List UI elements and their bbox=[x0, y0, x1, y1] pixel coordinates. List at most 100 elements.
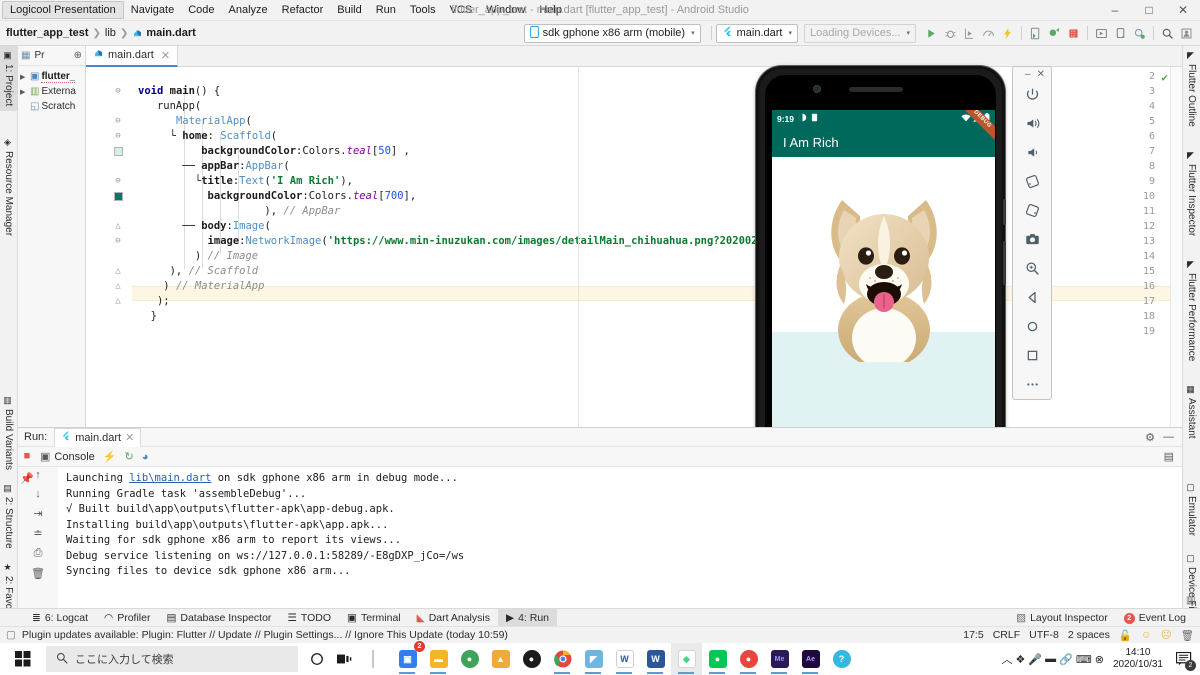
start-button[interactable] bbox=[0, 651, 46, 667]
taskbar-app-photos[interactable]: ▲ bbox=[485, 643, 516, 675]
search-icon[interactable] bbox=[1159, 24, 1176, 43]
device-manager-icon[interactable] bbox=[1027, 24, 1044, 43]
sidebar-item-build-variants[interactable]: ▥ Build Variants bbox=[0, 391, 17, 475]
taskbar-app-media-encoder[interactable]: Me bbox=[764, 643, 795, 675]
notification-center-icon[interactable]: 2 bbox=[1172, 647, 1196, 671]
menu-presentation-button[interactable]: Logicool Presentation bbox=[2, 1, 124, 19]
hot-reload-icon[interactable] bbox=[999, 24, 1016, 43]
power-button[interactable] bbox=[1003, 241, 1006, 285]
print-icon[interactable]: ⎙ bbox=[34, 547, 43, 560]
file-encoding[interactable]: UTF-8 bbox=[1029, 629, 1059, 641]
tree-node-external-libraries[interactable]: ▶ ▥ Externa bbox=[20, 84, 83, 99]
menu-item-build[interactable]: Build bbox=[330, 2, 368, 18]
taskbar-app-dark-circle[interactable]: ● bbox=[516, 643, 547, 675]
caret-position[interactable]: 17:5 bbox=[963, 629, 983, 641]
run-icon[interactable] bbox=[923, 24, 940, 43]
fold-marker[interactable]: ⊖ bbox=[112, 236, 124, 246]
tree-node-scratches[interactable]: ◱ Scratch bbox=[20, 99, 83, 114]
editor-scrollbar[interactable] bbox=[1170, 67, 1182, 427]
taskbar-app-app-store[interactable]: ▣ 2 bbox=[392, 641, 425, 675]
line-separator[interactable]: CRLF bbox=[993, 629, 1020, 641]
editor-tab-main-dart[interactable]: main.dart ✕ bbox=[86, 45, 179, 67]
settings-gear-icon[interactable]: ⚙ bbox=[1145, 431, 1155, 444]
taskbar-app-paint[interactable]: ◤ bbox=[578, 643, 609, 675]
run-coverage-icon[interactable] bbox=[961, 24, 978, 43]
fold-marker[interactable]: △ bbox=[112, 281, 124, 291]
search-input[interactable]: ここに入力して検索 bbox=[46, 646, 298, 672]
color-swatch-teal-50[interactable] bbox=[114, 147, 123, 156]
more-icon[interactable] bbox=[1012, 370, 1052, 399]
overview-icon[interactable] bbox=[1012, 341, 1052, 370]
fold-marker[interactable]: ⊖ bbox=[112, 131, 124, 141]
happy-face-icon[interactable]: ☺ bbox=[1141, 629, 1152, 641]
chevron-right-icon[interactable]: ▶ bbox=[20, 73, 28, 81]
run-config-selector[interactable]: main.dart ▾ bbox=[715, 23, 798, 43]
notification-square-icon[interactable]: ▢ bbox=[6, 629, 16, 641]
account-icon[interactable] bbox=[1178, 24, 1195, 43]
project-structure-icon[interactable] bbox=[1131, 24, 1148, 43]
rotate-left-icon[interactable] bbox=[1012, 167, 1052, 196]
rail-trash-icon[interactable]: ▥ bbox=[1186, 595, 1195, 606]
scroll-down-icon[interactable]: ↓ bbox=[35, 488, 41, 500]
sidebar-item-emulator[interactable]: ▢ Emulator bbox=[1183, 478, 1200, 541]
menu-item-code[interactable]: Code bbox=[181, 2, 221, 18]
taskbar-app-after-effects[interactable]: Ae bbox=[795, 643, 826, 675]
tool-window-dart-analysis[interactable]: ◣ Dart Analysis bbox=[409, 609, 498, 627]
maximize-button[interactable]: □ bbox=[1132, 0, 1166, 21]
hot-reload-icon[interactable]: ⚡ bbox=[103, 450, 117, 463]
stop-icon[interactable]: ■ bbox=[24, 450, 31, 462]
back-icon[interactable] bbox=[1012, 283, 1052, 312]
console-link-main-dart[interactable]: lib\main.dart bbox=[129, 472, 211, 484]
breadcrumb-folder[interactable]: lib bbox=[105, 27, 116, 39]
neutral-face-icon[interactable]: ☹ bbox=[1161, 629, 1172, 641]
menu-item-tools[interactable]: Tools bbox=[403, 2, 443, 18]
scroll-up-icon[interactable]: ↑ bbox=[35, 469, 41, 481]
close-icon[interactable]: ✕ bbox=[161, 49, 170, 62]
sdk-manager-icon[interactable] bbox=[1046, 24, 1063, 43]
breadcrumb-file[interactable]: main.dart bbox=[146, 27, 196, 39]
tool-window-database-inspector[interactable]: ▤ Database Inspector bbox=[158, 609, 279, 627]
tool-window-profiler[interactable]: ◠ Profiler bbox=[96, 609, 158, 627]
tool-window-terminal[interactable]: ▣ Terminal bbox=[339, 609, 409, 627]
menu-item-run[interactable]: Run bbox=[369, 2, 403, 18]
fold-marker[interactable]: △ bbox=[112, 296, 124, 306]
sidebar-item-project[interactable]: ▣ 1: Project bbox=[0, 46, 17, 112]
menu-item-refactor[interactable]: Refactor bbox=[275, 2, 331, 18]
emulator-close-button[interactable]: ✕ bbox=[1037, 69, 1045, 80]
profile-icon[interactable] bbox=[980, 24, 997, 43]
volume-button[interactable] bbox=[1003, 199, 1006, 225]
console-tab[interactable]: ▣ Console bbox=[40, 450, 95, 464]
pin-icon[interactable]: 📌 bbox=[20, 472, 34, 485]
trash-icon[interactable]: 🗑 bbox=[1181, 629, 1194, 642]
tool-window-layout-inspector[interactable]: ▧ Layout Inspector bbox=[1008, 609, 1116, 627]
microphone-icon[interactable]: 🎤 bbox=[1028, 653, 1042, 666]
console-output[interactable]: Launching lib\main.dart on sdk gphone x8… bbox=[58, 467, 1182, 608]
task-view-icon[interactable] bbox=[332, 645, 358, 673]
color-swatch-teal-700[interactable] bbox=[114, 192, 123, 201]
chevron-right-icon[interactable]: ▶ bbox=[20, 88, 28, 96]
tool-window-logcat[interactable]: ≣ 6: Logcat bbox=[24, 609, 96, 627]
tool-window-todo[interactable]: ☰ TODO bbox=[279, 609, 339, 627]
rotate-right-icon[interactable] bbox=[1012, 196, 1052, 225]
fold-marker[interactable]: ⊖ bbox=[112, 86, 124, 96]
hide-icon[interactable]: — bbox=[1163, 431, 1174, 444]
devices-loading-selector[interactable]: Loading Devices... ▾ bbox=[803, 23, 916, 43]
taskbar-app-creative-cloud[interactable]: ● bbox=[733, 643, 764, 675]
unlock-icon[interactable]: 🔓 bbox=[1119, 629, 1132, 642]
device-file-icon[interactable] bbox=[1112, 24, 1129, 43]
volume-up-icon[interactable] bbox=[1012, 109, 1052, 138]
sidebar-item-structure[interactable]: ▤ 2: Structure bbox=[0, 479, 17, 554]
chevron-up-icon[interactable]: ︿ bbox=[1002, 651, 1013, 667]
hot-restart-icon[interactable]: ↻ bbox=[124, 450, 133, 463]
fold-marker[interactable]: △ bbox=[112, 221, 124, 231]
taskbar-app-globe[interactable]: ● bbox=[454, 643, 485, 675]
fold-marker[interactable]: ⊖ bbox=[112, 116, 124, 126]
close-icon[interactable]: ✕ bbox=[125, 431, 134, 444]
dropbox-icon[interactable]: ❖ bbox=[1016, 653, 1026, 666]
emulator-minimize-button[interactable]: – bbox=[1025, 69, 1031, 80]
breadcrumb-project[interactable]: flutter_app_test bbox=[6, 27, 89, 39]
tree-node-flutter-app-test[interactable]: ▶ ▣ flutter_ bbox=[20, 69, 83, 84]
open-devtools-icon[interactable]: ◕ bbox=[142, 451, 149, 463]
taskbar-clock[interactable]: 14:10 2020/10/31 bbox=[1107, 647, 1169, 671]
taskbar-app-help[interactable]: ? bbox=[826, 643, 857, 675]
